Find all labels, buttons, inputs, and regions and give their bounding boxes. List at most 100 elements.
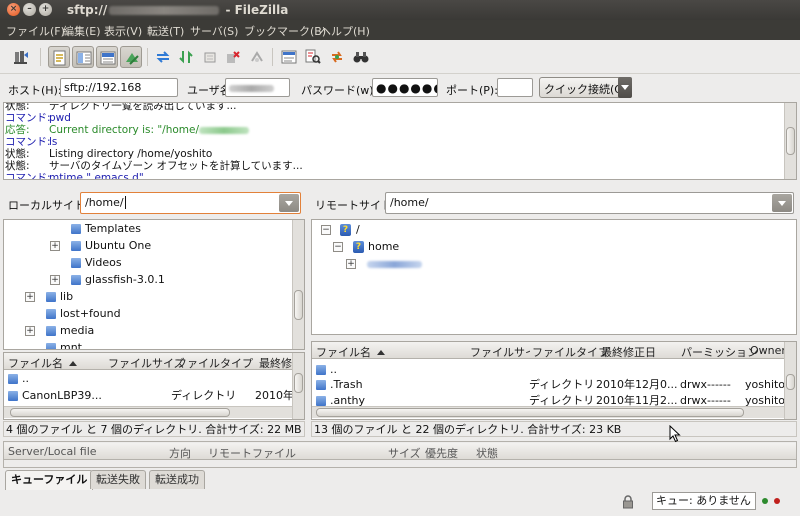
file-row[interactable]: .. — [4, 371, 294, 387]
folder-icon — [316, 396, 326, 406]
remote-col-filesize[interactable]: ファイルサイズ — [470, 344, 530, 360]
site-manager-icon[interactable] — [10, 46, 32, 68]
toggle-dir-comparison-icon[interactable] — [302, 46, 324, 68]
toggle-local-tree-icon[interactable] — [72, 46, 94, 68]
expand-icon[interactable]: + — [346, 259, 356, 269]
folder-icon — [46, 292, 56, 302]
process-queue-icon[interactable] — [175, 46, 197, 68]
disconnect-icon[interactable] — [222, 46, 244, 68]
local-col-filetype[interactable]: ファイルタイプ — [176, 355, 253, 371]
menu-server[interactable]: サーバ(S) — [190, 23, 238, 39]
local-list-hscrollbar[interactable] — [4, 406, 294, 418]
tree-item-label: mnt — [60, 341, 82, 350]
sort-ascending-icon — [377, 350, 385, 355]
menu-bookmarks[interactable]: ブックマーク(B) — [244, 23, 326, 39]
tree-item-label: media — [60, 324, 95, 337]
minimize-window-button[interactable]: – — [23, 3, 36, 16]
local-list-vscroll-thumb[interactable] — [294, 373, 303, 393]
remote-col-permissions[interactable]: パーミッション — [681, 344, 758, 360]
directory-listing-filter-icon[interactable] — [278, 46, 300, 68]
file-row[interactable]: .Trash ディレクトリ 2010年12月0... drwx------ yoshit… — [312, 377, 786, 393]
send-led-icon — [774, 498, 780, 504]
local-tree-scrollbar[interactable] — [292, 220, 304, 349]
reconnect-icon[interactable] — [246, 46, 268, 68]
tree-item[interactable]: + lib — [4, 289, 294, 305]
file-row[interactable]: CanonLBP39... ディレクトリ 2010年 — [4, 388, 294, 404]
tree-item[interactable]: + media — [4, 323, 294, 339]
tree-item[interactable]: + glassfish-3.0.1 — [4, 272, 294, 288]
file-row[interactable]: .. — [312, 362, 786, 378]
tree-item[interactable]: + Ubuntu One — [4, 238, 294, 254]
password-input[interactable]: ●●●●●● — [372, 78, 438, 97]
tree-item[interactable]: Videos — [4, 255, 294, 271]
queue-col-size[interactable]: サイズ — [388, 445, 421, 461]
remote-list-hscrollbar[interactable] — [312, 406, 786, 418]
menu-edit[interactable]: 編集(E) — [63, 23, 101, 39]
local-path-input[interactable]: /home/ — [80, 192, 301, 214]
queue-col-server-local[interactable]: Server/Local file — [8, 445, 97, 458]
toggle-remote-tree-icon[interactable] — [96, 46, 118, 68]
expand-icon[interactable]: + — [25, 326, 35, 336]
log-scroll-thumb[interactable] — [786, 127, 795, 155]
expand-icon[interactable]: + — [50, 241, 60, 251]
remote-path-input[interactable]: /home/ — [385, 192, 794, 214]
menu-transfer[interactable]: 転送(T) — [147, 23, 184, 39]
synchronized-browsing-icon[interactable] — [326, 46, 348, 68]
collapse-icon[interactable]: − — [321, 225, 331, 235]
file-name: .Trash — [330, 378, 363, 391]
tree-item[interactable]: lost+found — [4, 306, 294, 322]
collapse-icon[interactable]: − — [333, 242, 343, 252]
port-input[interactable] — [497, 78, 533, 97]
expand-icon[interactable]: + — [25, 292, 35, 302]
toggle-log-icon[interactable] — [48, 46, 70, 68]
tab-queued-files[interactable]: キューファイル — [5, 470, 94, 490]
queue-col-status[interactable]: 状態 — [476, 445, 498, 461]
remote-status: 13 個のファイル と 22 個のディレクトリ. 合計サイズ: 23 KB — [311, 421, 797, 437]
remote-list-vscrollbar[interactable] — [784, 342, 796, 419]
mouse-cursor-icon — [669, 425, 681, 443]
quickconnect-bar: ホスト(H): sftp://192.168 ユーザ名(U): パスワード(w)… — [0, 74, 800, 102]
local-path-dropdown-icon[interactable] — [279, 194, 299, 212]
local-list-vscrollbar[interactable] — [292, 353, 304, 419]
queue-col-priority[interactable]: 優先度 — [425, 445, 458, 461]
username-input[interactable] — [225, 78, 290, 97]
remote-col-modified[interactable]: 最終修正日 — [601, 344, 656, 360]
tree-item-label: glassfish-3.0.1 — [85, 273, 165, 286]
remote-list-vscroll-thumb[interactable] — [786, 374, 795, 390]
close-window-button[interactable]: × — [7, 3, 20, 16]
quickconnect-dropdown-button[interactable] — [618, 77, 632, 98]
remote-col-filename[interactable]: ファイル名 — [316, 344, 385, 360]
tree-item[interactable]: Templates — [4, 221, 294, 237]
log-scrollbar[interactable] — [784, 103, 796, 179]
menu-file[interactable]: ファイル(F) — [6, 23, 65, 39]
tree-item[interactable]: −? / — [312, 222, 792, 238]
menu-help[interactable]: ヘルプ(H) — [320, 23, 370, 39]
tree-item[interactable]: + — [312, 256, 792, 272]
log-message: ディレクトリ一覧を読み出しています... — [49, 102, 237, 112]
remote-col-filetype[interactable]: ファイルタイプ — [532, 344, 609, 360]
local-list-hscroll-thumb[interactable] — [10, 408, 230, 417]
redacted-username — [199, 126, 250, 134]
queue-col-remote-file[interactable]: リモートファイル — [208, 445, 296, 461]
host-input[interactable]: sftp://192.168 — [60, 78, 178, 97]
local-col-filesize[interactable]: ファイルサイズ — [108, 355, 185, 371]
remote-list-hscroll-thumb[interactable] — [316, 408, 744, 417]
search-remote-files-icon[interactable] — [350, 46, 372, 68]
log-type: 応答: — [5, 124, 30, 136]
tree-item[interactable]: mnt — [4, 340, 294, 350]
tree-item[interactable]: −? home — [312, 239, 792, 255]
tab-successful-transfers[interactable]: 転送成功 — [149, 470, 205, 489]
menu-view[interactable]: 表示(V) — [104, 23, 142, 39]
toggle-queue-icon[interactable] — [120, 46, 142, 68]
local-col-filename[interactable]: ファイル名 — [8, 355, 77, 371]
tab-failed-transfers[interactable]: 転送失敗 — [90, 470, 146, 489]
maximize-window-button[interactable]: + — [39, 3, 52, 16]
remote-path-dropdown-icon[interactable] — [772, 194, 792, 212]
queue-col-direction[interactable]: 方向 — [169, 445, 191, 461]
cancel-operation-icon[interactable] — [199, 46, 221, 68]
refresh-icon[interactable] — [152, 46, 174, 68]
expand-icon[interactable]: + — [50, 275, 60, 285]
password-value: ●●●●●● — [376, 81, 438, 95]
local-tree-scroll-thumb[interactable] — [294, 290, 303, 320]
log-message: mtime ".emacs.d" — [49, 172, 144, 180]
